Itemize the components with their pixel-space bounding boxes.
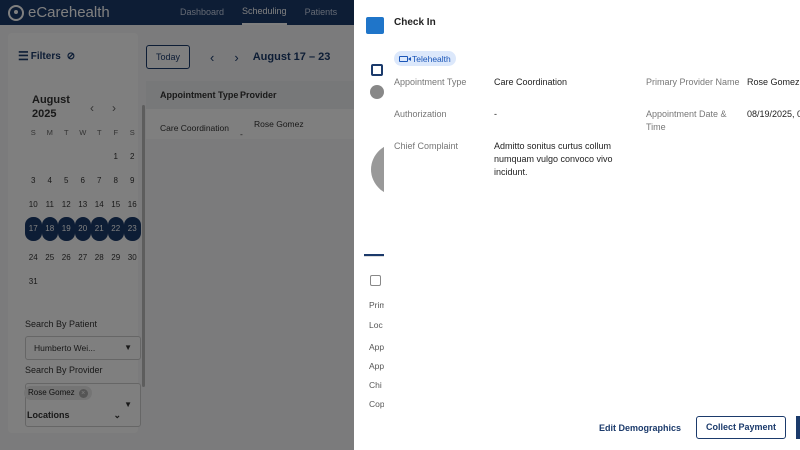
check-in-dialog: Check In Telehealth Appointment Type Car… [384, 0, 800, 450]
collect-payment-button[interactable]: Collect Payment [695, 416, 786, 439]
drawer-label: App [369, 342, 385, 352]
avatar-icon [370, 85, 384, 99]
calendar-icon [371, 64, 383, 76]
appointment-datetime-label: Appointment Date & Time [646, 109, 727, 132]
badge-label: Telehealth [412, 53, 451, 64]
edit-demographics-button[interactable]: Edit Demographics [599, 423, 681, 433]
appointment-type-label: Appointment Type [394, 77, 467, 87]
primary-provider-label: Primary Provider Name [646, 77, 740, 87]
authorization-label: Authorization [394, 109, 447, 119]
drawer-label: App [369, 361, 385, 371]
calendar-icon [370, 275, 381, 286]
telehealth-badge: Telehealth [394, 51, 456, 66]
drawer-label: Cop [369, 399, 385, 409]
appointment-type-value: Care Coordination [494, 77, 568, 87]
check-in-button[interactable] [796, 416, 800, 439]
drawer-label: Loc [369, 320, 383, 330]
dialog-title: Check In [394, 17, 436, 28]
authorization-value: - [494, 109, 497, 119]
primary-provider-value: Rose Gomez [747, 77, 800, 87]
video-camera-icon [399, 55, 411, 62]
dialog-footer: Edit Demographics Collect Payment [599, 416, 800, 439]
chief-complaint-label: Chief Complaint [394, 141, 459, 151]
drawer-label: Chi [369, 380, 382, 390]
drawer-action-button[interactable] [366, 17, 384, 34]
appointment-datetime-value: 08/19/2025, 0 [747, 109, 800, 119]
chief-complaint-value: Admitto sonitus curtus collum numquam vu… [494, 141, 613, 177]
